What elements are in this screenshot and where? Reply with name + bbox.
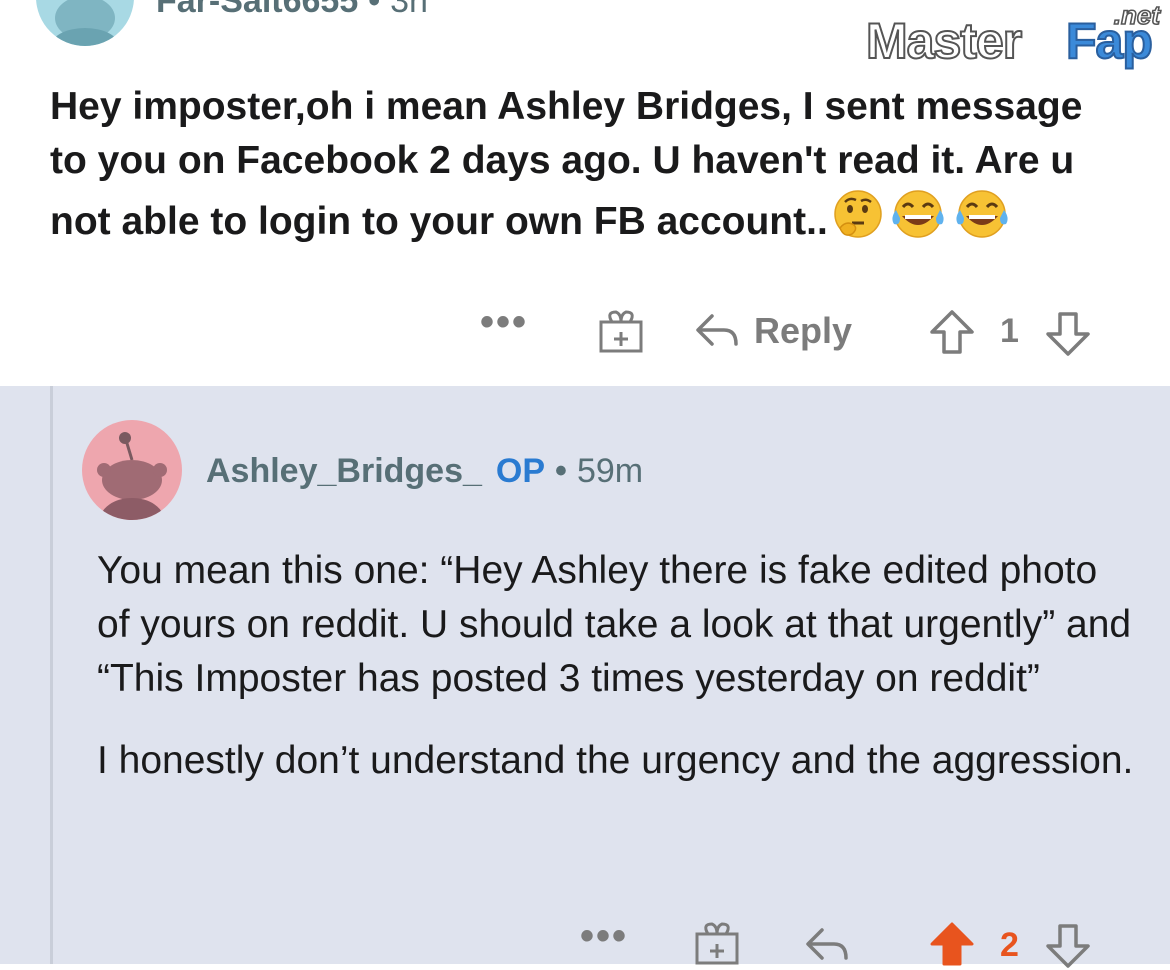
gift-icon xyxy=(695,922,739,965)
author-name[interactable]: Ashley_Bridges_ xyxy=(206,452,482,490)
thread-line[interactable] xyxy=(50,386,53,964)
avatar[interactable] xyxy=(36,0,134,46)
award-button[interactable] xyxy=(598,308,644,354)
gift-icon xyxy=(599,310,643,353)
downvote-arrow-icon xyxy=(1046,312,1090,356)
tears-of-joy-icon xyxy=(952,188,1012,255)
reply-label: Reply xyxy=(754,310,853,351)
watermark-logo: Master Fap .net xyxy=(865,0,1166,80)
comment-age: 59m xyxy=(576,452,644,490)
op-badge: OP xyxy=(495,452,546,490)
parent-comment: Far-Salt6655 • 3h Master Fap .net Hey impo… xyxy=(0,0,1170,386)
reply-comment: Ashley_Bridges_ OP • 59m You mean this one:… xyxy=(0,386,1170,968)
downvote-arrow-icon xyxy=(1046,924,1090,968)
upvote-arrow-filled-icon xyxy=(930,922,974,966)
vote-score: 1 xyxy=(1000,312,1019,351)
watermark-net: .net xyxy=(1113,0,1161,31)
reply-arrow-icon xyxy=(696,314,738,346)
award-button[interactable] xyxy=(694,920,740,966)
more-options-button[interactable]: ••• xyxy=(480,300,529,344)
tears-of-joy-icon xyxy=(888,188,948,255)
snoo-avatar-icon xyxy=(97,432,167,520)
more-options-button[interactable]: ••• xyxy=(580,914,629,958)
author-name[interactable]: Far-Salt6655 xyxy=(156,0,358,20)
reply-button[interactable] xyxy=(804,924,850,966)
meta-separator: • xyxy=(555,452,567,490)
avatar[interactable] xyxy=(82,420,182,520)
comment-paragraph: I honestly don’t understand the urgency … xyxy=(97,739,1134,782)
upvote-button[interactable] xyxy=(928,920,976,968)
upvote-arrow-icon xyxy=(930,310,974,354)
score-value: 1 xyxy=(1000,312,1019,350)
comment-age: 3h xyxy=(390,0,428,20)
meta-separator: • xyxy=(368,0,381,20)
comment-body: You mean this one: “Hey Ashley there is … xyxy=(97,544,1137,816)
comment-paragraph: You mean this one: “Hey Ashley there is … xyxy=(97,549,1132,700)
reply-arrow-icon xyxy=(806,928,848,960)
more-dots: ••• xyxy=(480,300,529,344)
downvote-button[interactable] xyxy=(1044,310,1092,358)
downvote-button[interactable] xyxy=(1044,922,1092,970)
comment-meta: Far-Salt6655 • 3h xyxy=(156,0,428,21)
thinking-face-icon xyxy=(832,188,884,255)
upvote-button[interactable] xyxy=(928,308,976,356)
score-value: 2 xyxy=(1000,926,1019,964)
vote-score: 2 xyxy=(1000,926,1019,965)
reply-button[interactable]: Reply xyxy=(694,310,852,352)
more-dots: ••• xyxy=(580,914,629,958)
watermark-master: Master xyxy=(865,12,1023,70)
snoo-avatar-icon xyxy=(51,0,119,46)
comment-body: Hey imposter,oh i mean Ashley Bridges, I… xyxy=(50,80,1130,255)
comment-meta: Ashley_Bridges_ OP • 59m xyxy=(206,452,643,491)
